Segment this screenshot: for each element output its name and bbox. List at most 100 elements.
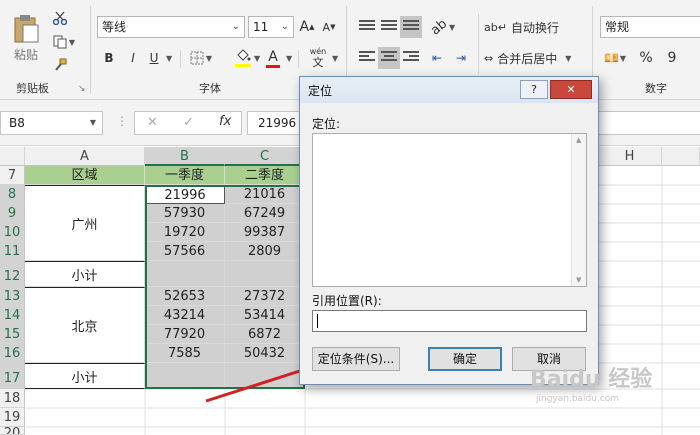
borders-button[interactable]: ▼: [186, 48, 216, 68]
shrink-font-button[interactable]: A ▼: [320, 17, 338, 37]
indent-icon: ⇥: [455, 51, 467, 65]
header-cell-q1[interactable]: 一季度: [145, 166, 225, 185]
accounting-format-button[interactable]: 💴 ▼: [600, 47, 630, 69]
enter-icon[interactable]: ✓: [183, 115, 194, 130]
goto-list[interactable]: ▲ ▼: [312, 133, 587, 287]
paste-button[interactable]: 粘贴: [8, 8, 44, 68]
align-right-button[interactable]: [400, 47, 422, 69]
header-cell-q2[interactable]: 二季度: [225, 166, 305, 185]
increase-indent-button[interactable]: ⇥: [450, 47, 472, 69]
bold-button[interactable]: B: [100, 48, 118, 68]
number-format-select[interactable]: 常规: [600, 16, 700, 38]
wrap-text-button[interactable]: ab↵ 自动换行: [484, 16, 564, 38]
font-family-select[interactable]: 等线 ⌄: [97, 16, 245, 38]
phonetic-button[interactable]: wén 文: [304, 44, 332, 72]
name-box-value: B8: [9, 116, 25, 130]
help-button[interactable]: ?: [520, 80, 548, 99]
dialog-launcher-icon[interactable]: ↘: [78, 84, 86, 94]
chevron-down-icon[interactable]: ▼: [254, 54, 260, 63]
grow-font-button[interactable]: A ▲: [298, 17, 316, 37]
goto-dialog: 定位 ? ✕ 定位: ▲ ▼ 引用位置(R): 定位条件(S)... 确定 取消: [299, 76, 599, 385]
merge-label: 合并后居中: [497, 51, 558, 66]
grip-icon[interactable]: ⋮: [116, 114, 128, 128]
name-box[interactable]: B8 ▼: [0, 111, 103, 135]
chevron-down-icon: ▼: [619, 53, 627, 63]
data-cell-b8[interactable]: 21996: [145, 185, 225, 204]
watermark-sub: jingyan.baidu.com: [536, 394, 620, 404]
scroll-up-icon[interactable]: ▲: [576, 136, 581, 144]
data-cell[interactable]: 50432: [225, 344, 305, 363]
data-cell[interactable]: [225, 363, 305, 389]
scroll-down-icon[interactable]: ▼: [576, 276, 581, 284]
data-cell[interactable]: 53414: [225, 306, 305, 325]
data-cell[interactable]: [145, 363, 225, 389]
merge-center-button[interactable]: ⇔ 合并后居中 ▼: [484, 47, 582, 69]
cancel-icon[interactable]: ✕: [147, 115, 158, 130]
font-family-value: 等线: [102, 20, 127, 34]
data-cell[interactable]: 6872: [225, 325, 305, 344]
font-group-label: 字体: [199, 82, 221, 95]
align-left-button[interactable]: [356, 47, 378, 69]
chevron-down-icon[interactable]: ▼: [332, 54, 338, 63]
clipboard-group-label: 剪贴板: [16, 82, 49, 95]
data-cell[interactable]: 99387: [225, 223, 305, 242]
data-cell[interactable]: 52653: [145, 287, 225, 306]
data-cell[interactable]: [225, 261, 305, 287]
data-cell[interactable]: 19720: [145, 223, 225, 242]
data-cell[interactable]: 27372: [225, 287, 305, 306]
chevron-down-icon[interactable]: ▼: [286, 54, 292, 63]
region-cell-guangzhou[interactable]: 广州: [25, 185, 145, 261]
chevron-down-icon: ▼: [89, 118, 96, 127]
data-cell[interactable]: 57566: [145, 242, 225, 261]
font-color-label: A: [268, 48, 278, 65]
subtotal-label: 小计: [71, 268, 98, 284]
brush-icon: [55, 58, 67, 71]
data-cell[interactable]: 7585: [145, 344, 225, 363]
align-middle-button[interactable]: [378, 16, 400, 38]
align-center-button[interactable]: [378, 47, 400, 69]
header-cell-region[interactable]: 区域: [25, 166, 145, 185]
subtotal-label: 小计: [71, 370, 98, 386]
percent-button[interactable]: %: [636, 47, 656, 69]
wrap-text-label: 自动换行: [510, 20, 559, 35]
align-top-button[interactable]: [356, 16, 378, 38]
data-cell[interactable]: 43214: [145, 306, 225, 325]
data-cell[interactable]: 67249: [225, 204, 305, 223]
format-painter-button[interactable]: [50, 55, 70, 75]
align-left-icon: [359, 51, 375, 65]
separator: [90, 6, 91, 94]
align-bottom-button[interactable]: [400, 16, 422, 38]
font-size-select[interactable]: 11 ⌄: [248, 16, 294, 38]
text-caret: [317, 314, 318, 328]
orientation-button[interactable]: ab ▼: [426, 16, 460, 38]
region-label: 广州: [71, 217, 98, 233]
region-cell-beijing[interactable]: 北京: [25, 287, 145, 363]
reference-input[interactable]: [312, 310, 587, 332]
list-scrollbar[interactable]: ▲ ▼: [571, 134, 586, 286]
data-cell[interactable]: 57930: [145, 204, 225, 223]
align-middle-icon: [381, 20, 397, 34]
number-format-value: 常规: [605, 20, 630, 34]
dialog-titlebar[interactable]: 定位 ? ✕: [300, 77, 598, 103]
caret-down-icon: ▼: [330, 23, 336, 31]
italic-button[interactable]: I: [124, 48, 142, 68]
subtotal-cell[interactable]: 小计: [25, 261, 145, 287]
special-button[interactable]: 定位条件(S)...: [312, 347, 400, 371]
phonetic-label: wén: [309, 47, 327, 56]
close-button[interactable]: ✕: [550, 80, 592, 99]
chevron-down-icon[interactable]: ▼: [166, 54, 172, 63]
comma-button[interactable]: 9: [662, 47, 682, 69]
decrease-indent-button[interactable]: ⇤: [426, 47, 448, 69]
cut-button[interactable]: [50, 8, 70, 28]
font-size-value: 11: [253, 20, 269, 34]
copy-button[interactable]: ▼: [50, 32, 78, 52]
underline-button[interactable]: U: [145, 48, 163, 68]
ok-button[interactable]: 确定: [428, 347, 502, 371]
insert-function-icon[interactable]: fx: [219, 114, 231, 129]
data-cell[interactable]: 21016: [225, 185, 305, 204]
subtotal-cell[interactable]: 小计: [25, 363, 145, 389]
data-cell[interactable]: [145, 261, 225, 287]
data-cell[interactable]: 2809: [225, 242, 305, 261]
data-cell[interactable]: 77920: [145, 325, 225, 344]
font-color-button[interactable]: A: [264, 46, 282, 70]
